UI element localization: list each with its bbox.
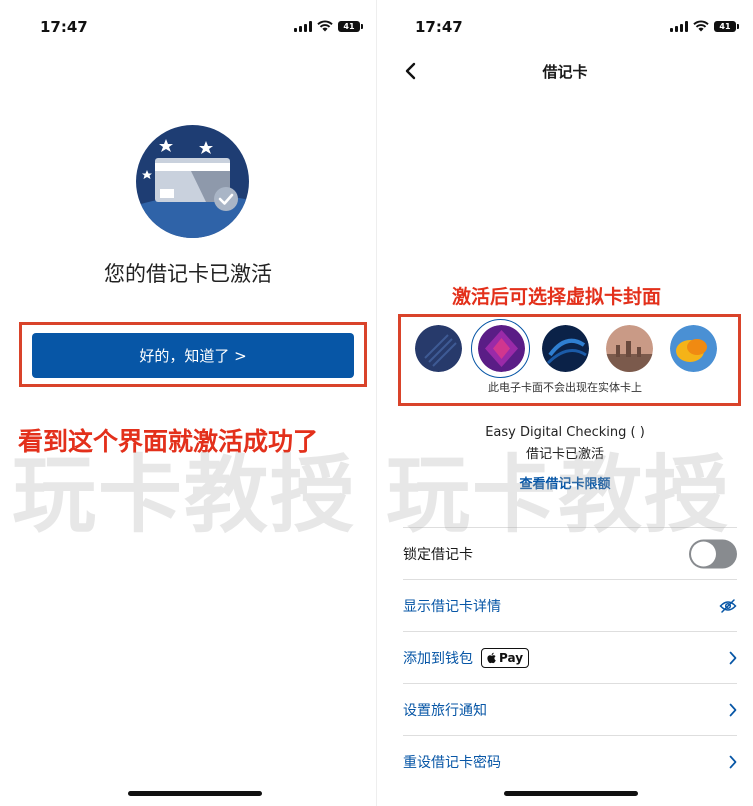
chevron-right-icon: [729, 651, 737, 664]
signal-icon: [670, 20, 688, 32]
cover-flower-option[interactable]: [670, 325, 717, 372]
card-cover-picker: [415, 325, 720, 373]
status-time: 17:47: [40, 18, 88, 36]
activation-success-screen: 17:47 41 您的借记卡已激活 好的，知道了 > 看到这个界面就激活成功了: [0, 0, 376, 806]
chevron-right-icon: [729, 703, 737, 716]
card-activated-icon: [136, 125, 249, 238]
battery-icon: 41: [338, 20, 363, 32]
row-label: 重设借记卡密码: [403, 754, 501, 771]
wifi-icon: [693, 20, 709, 32]
apple-pay-badge: Pay: [481, 647, 530, 668]
row-label: 显示借记卡详情: [403, 598, 501, 615]
ok-got-it-button[interactable]: 好的，知道了 >: [32, 333, 354, 378]
status-icons: 41: [670, 20, 739, 32]
signal-icon: [294, 20, 312, 32]
row-label: 设置旅行通知: [403, 702, 487, 719]
annotation-text: 激活后可选择虚拟卡封面: [452, 286, 662, 308]
card-settings-list: 锁定借记卡 显示借记卡详情 添加到钱包 Pay 设置旅行通知 重设借记卡密码: [403, 527, 737, 787]
cover-blue-option[interactable]: [542, 325, 589, 372]
add-to-wallet-row[interactable]: 添加到钱包 Pay: [403, 631, 737, 683]
cover-purple-option[interactable]: [478, 325, 525, 372]
reset-pin-row[interactable]: 重设借记卡密码: [403, 735, 737, 787]
cover-city-option[interactable]: [606, 325, 653, 372]
status-icons: 41: [294, 20, 363, 32]
row-label: 添加到钱包: [403, 650, 473, 667]
battery-icon: 41: [714, 20, 739, 32]
eye-slash-icon: [719, 598, 737, 613]
show-card-details-row[interactable]: 显示借记卡详情: [403, 579, 737, 631]
cover-navy-option[interactable]: [415, 325, 462, 372]
apple-logo-icon: [487, 652, 496, 663]
annotation-text: 看到这个界面就激活成功了: [18, 427, 319, 456]
chevron-right-icon: [729, 755, 737, 768]
debit-card-screen: 17:47 41 借记卡 激活后可选择虚拟卡封面 此电子卡面不会出现在实体卡上 …: [377, 0, 753, 806]
lock-card-toggle[interactable]: [689, 539, 737, 568]
view-limits-link[interactable]: 查看借记卡限额: [377, 473, 753, 492]
activated-title: 您的借记卡已激活: [104, 262, 272, 286]
home-indicator[interactable]: [128, 791, 262, 796]
travel-notice-row[interactable]: 设置旅行通知: [403, 683, 737, 735]
status-time: 17:47: [415, 18, 463, 36]
wifi-icon: [317, 20, 333, 32]
home-indicator[interactable]: [504, 791, 638, 796]
page-title: 借记卡: [542, 63, 588, 81]
account-name: Easy Digital Checking ( ): [485, 425, 645, 440]
row-label: 锁定借记卡: [403, 546, 473, 563]
cover-disclaimer: 此电子卡面不会出现在实体卡上: [488, 381, 642, 394]
card-status: 借记卡已激活: [525, 447, 604, 462]
apple-pay-label: Pay: [499, 650, 524, 665]
lock-card-row: 锁定借记卡: [403, 527, 737, 579]
